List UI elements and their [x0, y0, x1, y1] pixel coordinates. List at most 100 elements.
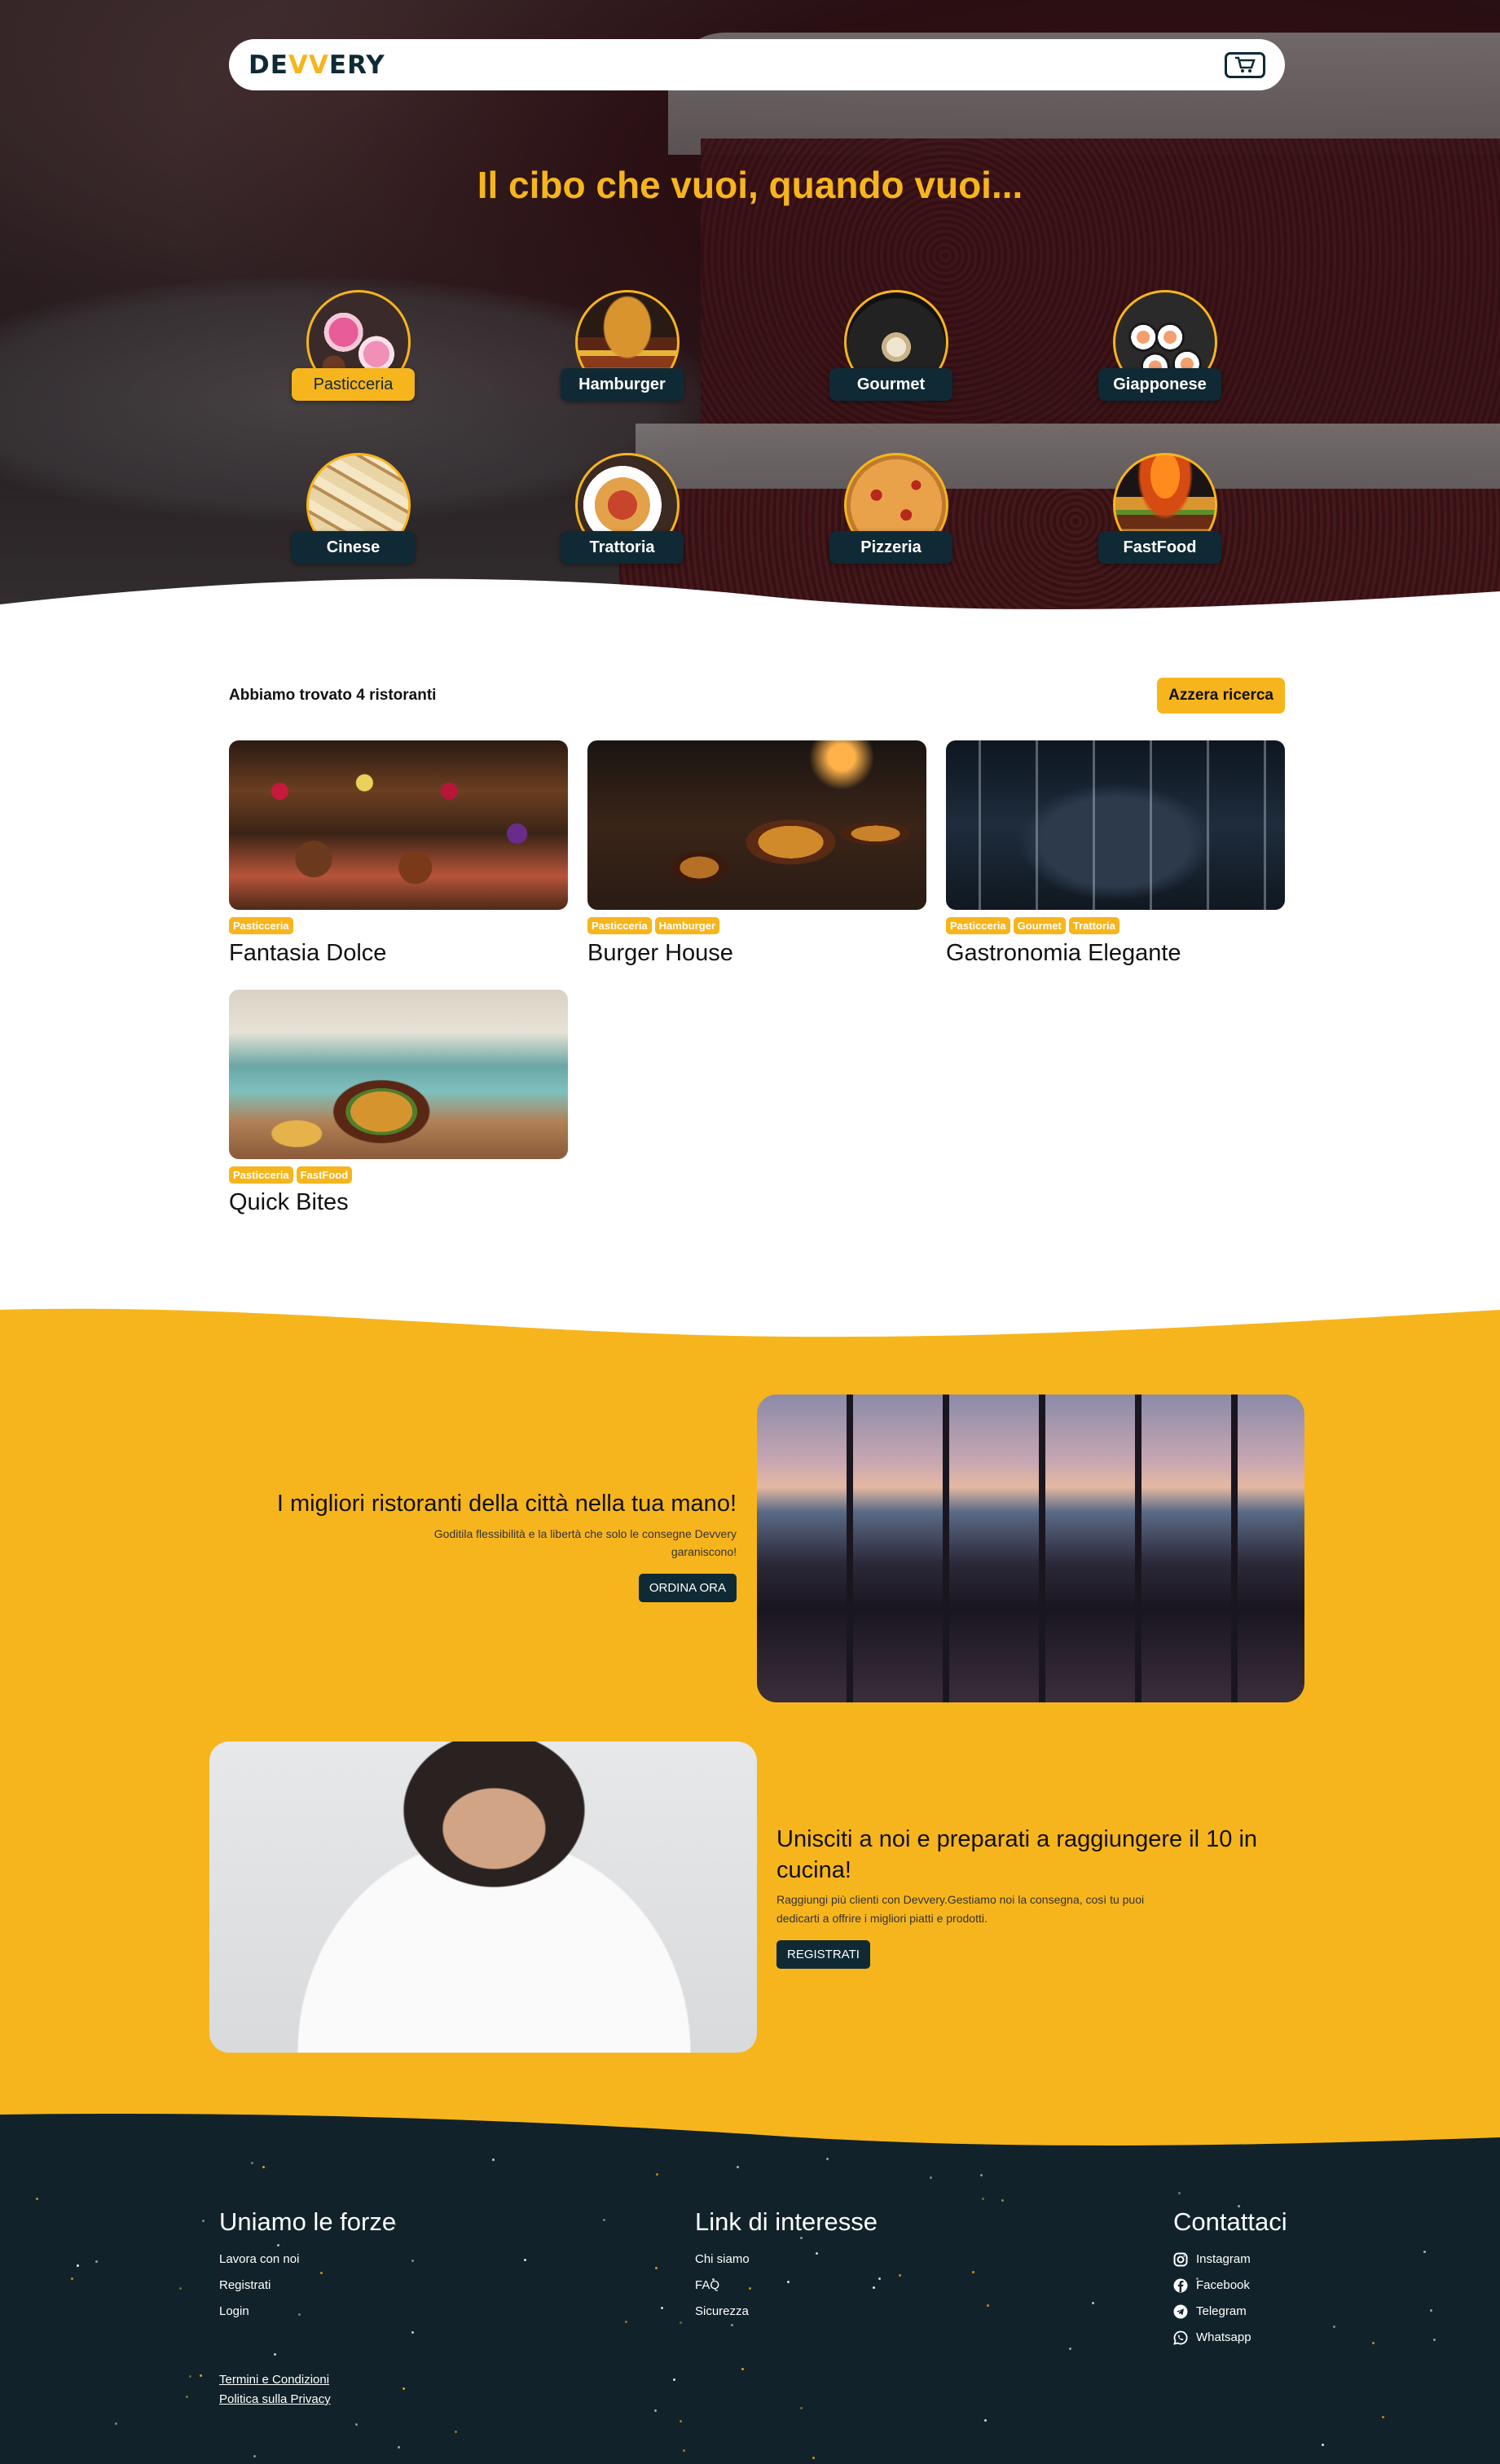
star-dot	[661, 2307, 663, 2309]
tag: Pasticceria	[229, 917, 293, 934]
restaurant-image	[229, 740, 568, 910]
tag: Pasticceria	[587, 917, 652, 934]
star-dot	[1372, 2342, 1375, 2344]
category-label: Giapponese	[1098, 368, 1221, 401]
instagram-icon	[1173, 2252, 1188, 2267]
star-dot	[36, 2198, 38, 2200]
telegram-icon	[1173, 2304, 1188, 2319]
cart-button[interactable]	[1225, 51, 1265, 78]
category-hamburger[interactable]: Hamburger	[561, 290, 691, 404]
star-dot	[737, 2166, 739, 2168]
star-dot	[411, 2260, 414, 2262]
facebook-icon	[1173, 2278, 1188, 2293]
star-dot	[492, 2159, 495, 2161]
footer-link-whatsapp[interactable]: Whatsapp	[1173, 2325, 1287, 2351]
footer-link-sicurezza[interactable]: Sicurezza	[695, 2299, 878, 2325]
terms-link[interactable]: Termini e Condizioni	[219, 2370, 331, 2390]
category-fastfood[interactable]: FastFood	[1098, 453, 1229, 567]
results-header: Abbiamo trovato 4 ristoranti Azzera rice…	[229, 678, 1285, 714]
promo-title: Unisciti a noi e preparati a raggiungere…	[776, 1826, 1258, 1883]
restaurant-name: Burger House	[587, 940, 733, 966]
restaurant-card[interactable]: Pasticceria Hamburger Burger House	[587, 740, 926, 967]
category-pasticceria[interactable]: Pasticceria	[292, 290, 422, 404]
promo-top-wave	[0, 1302, 1500, 1337]
star-dot	[982, 2198, 984, 2200]
register-button[interactable]: REGISTRATI	[776, 1940, 870, 1970]
hero-section	[0, 0, 1500, 627]
star-dot	[655, 2267, 658, 2269]
footer-heading: Contattaci	[1173, 2207, 1287, 2236]
star-dot	[77, 2264, 79, 2267]
hero-overlay	[0, 0, 1500, 627]
footer-link-label: Instagram	[1196, 2252, 1251, 2266]
footer-link-label: Facebook	[1196, 2278, 1250, 2292]
category-trattoria[interactable]: Trattoria	[561, 453, 691, 567]
star-dot	[202, 2220, 205, 2222]
star-dot	[654, 2409, 657, 2412]
star-dot	[972, 2271, 974, 2273]
category-giapponese[interactable]: Giapponese	[1098, 290, 1229, 404]
footer-link-lavora[interactable]: Lavora con noi	[219, 2247, 396, 2273]
promo-subtitle: Raggiungi più clienti con Devvery.Gestia…	[776, 1893, 1145, 1925]
privacy-link[interactable]: Politica sulla Privacy	[219, 2390, 331, 2409]
footer-link-instagram[interactable]: Instagram	[1173, 2247, 1287, 2273]
promo-orders: I migliori ristoranti della città nella …	[215, 1489, 737, 1603]
cart-icon	[1235, 56, 1256, 72]
tag: Pasticceria	[229, 1166, 293, 1184]
footer-link-facebook[interactable]: Facebook	[1173, 2273, 1287, 2299]
category-label: FastFood	[1098, 531, 1221, 564]
restaurant-tags: Pasticceria Hamburger	[587, 917, 926, 934]
footer: Uniamo le forze Lavora con noi Registrat…	[0, 2102, 1500, 2464]
whatsapp-icon	[1173, 2330, 1188, 2345]
star-dot	[189, 2375, 191, 2378]
footer-link-chi-siamo[interactable]: Chi siamo	[695, 2247, 878, 2273]
footer-link-faq[interactable]: FAQ	[695, 2273, 878, 2299]
star-dot	[1433, 2339, 1436, 2341]
restaurant-name: Gastronomia Elegante	[946, 940, 1181, 966]
logo[interactable]: DE VV ERY	[249, 51, 385, 80]
star-dot	[1069, 2348, 1071, 2350]
reset-search-button[interactable]: Azzera ricerca	[1157, 678, 1285, 714]
star-dot	[656, 2173, 658, 2176]
footer-legal: Termini e Condizioni Politica sulla Priv…	[219, 2370, 331, 2409]
navbar: DE VV ERY	[229, 39, 1285, 90]
star-dot	[1001, 2199, 1004, 2202]
chef-image	[209, 1741, 757, 2053]
hero-bottom-wave	[0, 578, 1500, 627]
restaurant-card[interactable]: Pasticceria Fantasia Dolce	[229, 740, 568, 967]
star-dot	[800, 2407, 803, 2409]
star-dot	[251, 2162, 253, 2164]
restaurant-image	[229, 990, 568, 1159]
category-gourmet[interactable]: Gourmet	[829, 290, 960, 404]
category-cinese[interactable]: Cinese	[292, 453, 422, 567]
star-dot	[930, 2176, 932, 2179]
restaurant-view-image	[757, 1395, 1304, 1702]
logo-accent: VV	[288, 50, 329, 80]
restaurant-name: Quick Bites	[229, 1189, 349, 1215]
star-dot	[603, 2219, 605, 2221]
promo-subtitle: Goditila flessibilità e la libertà che s…	[433, 1526, 737, 1559]
star-dot	[1333, 2326, 1335, 2328]
star-dot	[411, 2331, 414, 2334]
footer-link-label: Whatsapp	[1196, 2330, 1251, 2344]
tag: Pasticceria	[946, 917, 1010, 934]
order-now-button[interactable]: ORDINA ORA	[638, 1574, 737, 1603]
footer-link-login[interactable]: Login	[219, 2299, 396, 2325]
star-dot	[878, 2277, 881, 2280]
star-dot	[1430, 2309, 1432, 2312]
star-dot	[262, 2166, 265, 2168]
footer-heading: Uniamo le forze	[219, 2207, 397, 2236]
restaurant-card[interactable]: Pasticceria FastFood Quick Bites	[229, 990, 568, 1216]
footer-link-registrati[interactable]: Registrati	[219, 2273, 396, 2299]
star-dot	[455, 2431, 457, 2433]
star-dot	[71, 2277, 73, 2280]
restaurant-tags: Pasticceria Gourmet Trattoria	[946, 917, 1285, 934]
category-label: Gourmet	[829, 368, 952, 401]
promo-section: I migliori ristoranti della città nella …	[0, 1302, 1500, 2150]
footer-link-telegram[interactable]: Telegram	[1173, 2299, 1287, 2325]
star-dot	[984, 2419, 987, 2422]
category-pizzeria[interactable]: Pizzeria	[829, 453, 960, 567]
star-dot	[625, 2321, 627, 2323]
restaurant-card[interactable]: Pasticceria Gourmet Trattoria Gastronomi…	[946, 740, 1285, 967]
footer-join: Uniamo le forze Lavora con noi Registrat…	[219, 2207, 396, 2325]
